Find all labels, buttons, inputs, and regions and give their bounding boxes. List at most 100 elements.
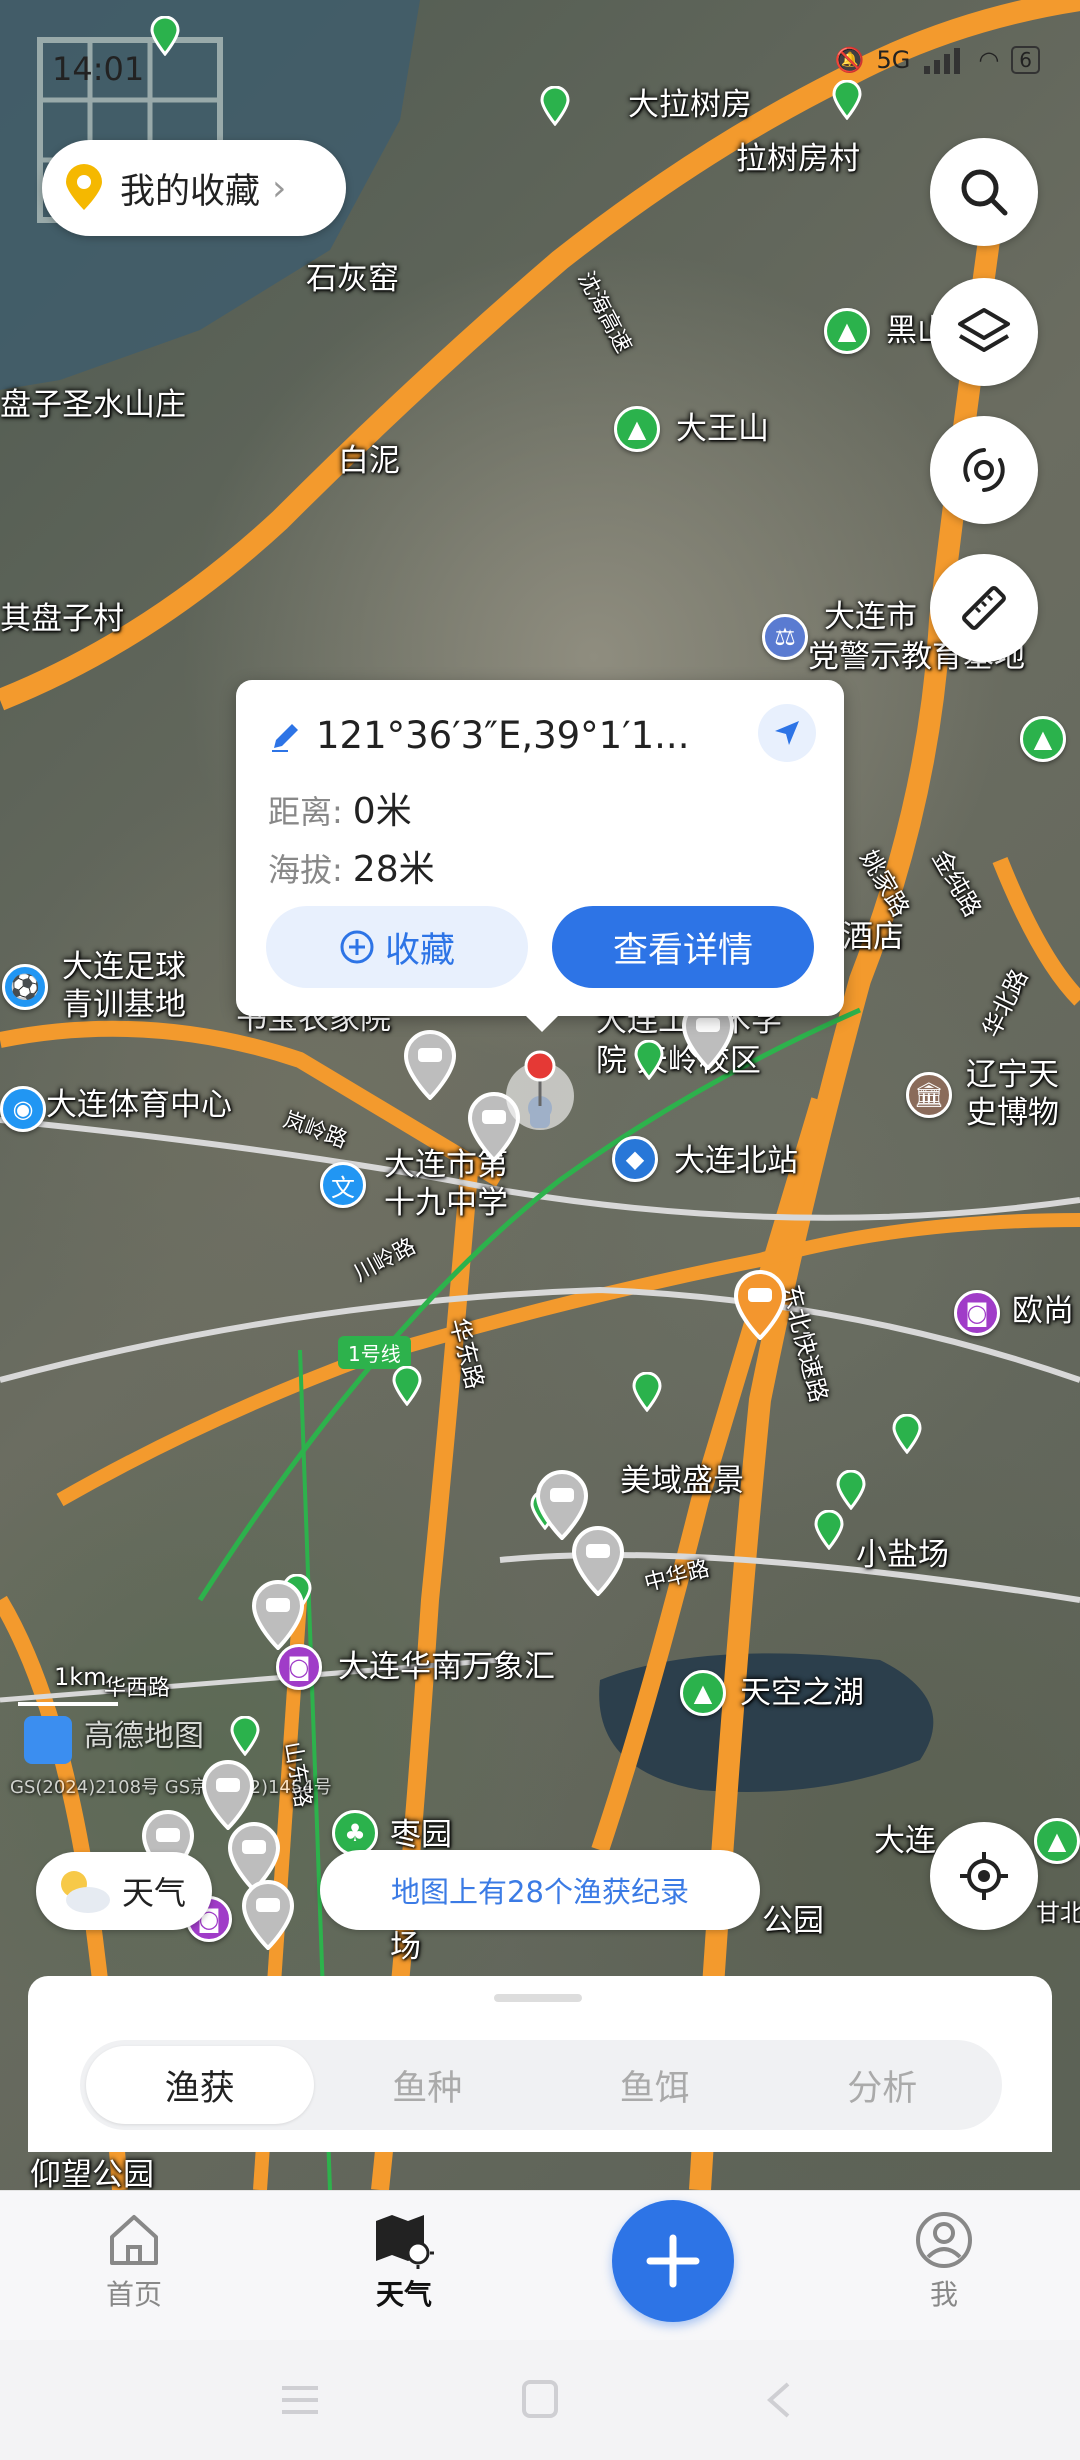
map-label: 酒店 [842,919,904,955]
train-station-icon[interactable]: ◆ [612,1136,658,1182]
distance-label: 距离: [268,793,343,831]
tab-me-label: 我 [929,2278,958,2311]
mountain-icon[interactable]: ▲ [824,308,870,354]
map-label: 小盐场 [856,1537,949,1573]
shopping-icon[interactable]: ◙ [954,1290,1000,1336]
shopping-icon[interactable]: ◙ [276,1644,322,1690]
catch-records-tip[interactable]: 地图上有28个渔获纪录 [320,1850,760,1930]
favorite-button[interactable]: 收藏 [266,906,528,988]
map-label: 大连北站 [674,1143,798,1179]
map-label: 十九中学 [384,1185,508,1221]
add-catch-button[interactable] [612,2200,734,2322]
map-label: 白泥 [338,443,400,479]
layers-icon [958,308,1010,352]
back-icon[interactable] [756,2380,804,2420]
catch-marker-pin[interactable] [540,86,570,126]
school-icon[interactable]: 文 [320,1162,366,1208]
popup-pointer [524,1014,560,1032]
catch-marker-pin[interactable] [832,80,862,120]
map-label: 场 [390,1929,421,1965]
metro-line-badge: 1号线 [338,1336,411,1369]
category-segmented-control: 渔获 鱼种 鱼饵 分析 [80,2040,1002,2130]
catch-marker-pin[interactable] [836,1470,866,1510]
tab-me[interactable]: 我 [874,2211,1014,2313]
catch-marker-pin[interactable] [892,1414,922,1454]
ruler-button[interactable] [930,554,1038,662]
catch-marker-pin[interactable] [634,1040,664,1080]
catch-marker-pin[interactable] [392,1366,422,1406]
status-icons: 🔕 5G ◠ 6 [835,46,1040,74]
altitude-label: 海拔: [268,851,343,889]
catch-record-pin-highlighted[interactable] [732,1270,788,1340]
catch-marker-pin[interactable] [150,16,180,56]
map-label: 大连市 [824,599,917,635]
segment-analysis[interactable]: 分析 [769,2046,997,2124]
ruler-icon [962,586,1006,630]
amap-logo-icon [24,1716,72,1764]
partly-cloudy-icon [61,1871,110,1913]
battery-icon: 6 [1011,46,1040,74]
map-weather-icon [376,2215,434,2269]
edit-pencil-icon[interactable] [268,718,304,754]
weather-button[interactable]: 天气 [36,1852,212,1930]
mountain-icon[interactable]: ▲ [680,1670,726,1716]
tab-weather-label: 天气 [375,2278,432,2311]
catch-marker-pin[interactable] [632,1372,662,1412]
catch-marker-pin[interactable] [230,1716,260,1756]
map-label: 大连足球 [62,949,186,985]
plus-circle-icon [340,930,374,964]
catch-record-pin[interactable] [250,1580,306,1650]
mountain-icon[interactable]: ▲ [1020,716,1066,762]
catch-marker-pin[interactable] [814,1510,844,1550]
altitude-value: 28米 [352,849,435,890]
segment-bait[interactable]: 鱼饵 [541,2046,769,2124]
sheet-drag-handle[interactable] [494,1994,582,2002]
catch-record-pin[interactable] [200,1760,256,1830]
search-icon [961,169,1008,216]
menu-icon[interactable] [276,2380,324,2420]
map-label: 史博物 [966,1095,1059,1131]
sports-icon[interactable]: ⚽ [2,964,48,1010]
plus-icon [646,2234,700,2288]
network-label: 5G [876,46,911,74]
map-label: 大连 [874,1823,936,1859]
layers-button[interactable] [930,278,1038,386]
navigation-arrow-icon [775,721,799,745]
search-button[interactable] [930,138,1038,246]
catch-record-pin[interactable] [570,1526,626,1596]
home-square-icon[interactable] [516,2380,564,2420]
segment-catch[interactable]: 渔获 [86,2046,314,2124]
map-label: 辽宁天 [966,1057,1059,1093]
tab-home[interactable]: 首页 [64,2211,204,2313]
map-label: 盘子圣水山庄 [0,387,186,423]
distance-value: 0米 [352,791,412,832]
map-label: 大连华南万象汇 [338,1649,555,1685]
mute-icon: 🔕 [834,46,865,74]
map-copyright: GS(2024)2108号 GS京(2022)1454号 [10,1777,332,1798]
catch-record-pin[interactable] [402,1030,458,1100]
justice-icon[interactable]: ⚖ [762,614,808,660]
map-label: 甘北 [1036,1899,1080,1927]
map-label: 仰望公园 [30,2157,154,2190]
stadium-icon[interactable]: ◉ [0,1086,46,1132]
view-details-button[interactable]: 查看详情 [552,906,814,988]
catch-record-pin[interactable] [240,1880,296,1950]
map-label: 美域盛景 [620,1463,744,1499]
navigate-button[interactable] [758,704,816,762]
bottom-tab-bar: 首页 天气 我 [0,2190,1080,2340]
mountain-icon[interactable]: ▲ [1034,1818,1080,1864]
typhoon-button[interactable] [930,416,1038,524]
my-favorites-button[interactable]: 我的收藏 › [42,140,346,236]
locate-me-button[interactable] [930,1822,1038,1930]
segment-fish-species[interactable]: 鱼种 [314,2046,542,2124]
map-label: 欧尚 [1012,1293,1074,1329]
museum-icon[interactable]: 🏛 [906,1072,952,1118]
map-label: 大王山 [676,411,769,447]
location-info-popup: 121°36′3″E,39°1′1... 距离: 0米 海拔: 28米 收藏 查看详… [236,680,844,1016]
weather-label: 天气 [122,1874,187,1912]
user-profile-icon [916,2212,972,2268]
signal-icon [924,48,961,74]
location-pin-icon [66,164,102,210]
tab-weather[interactable]: 天气 [334,2211,474,2313]
mountain-icon[interactable]: ▲ [614,406,660,452]
